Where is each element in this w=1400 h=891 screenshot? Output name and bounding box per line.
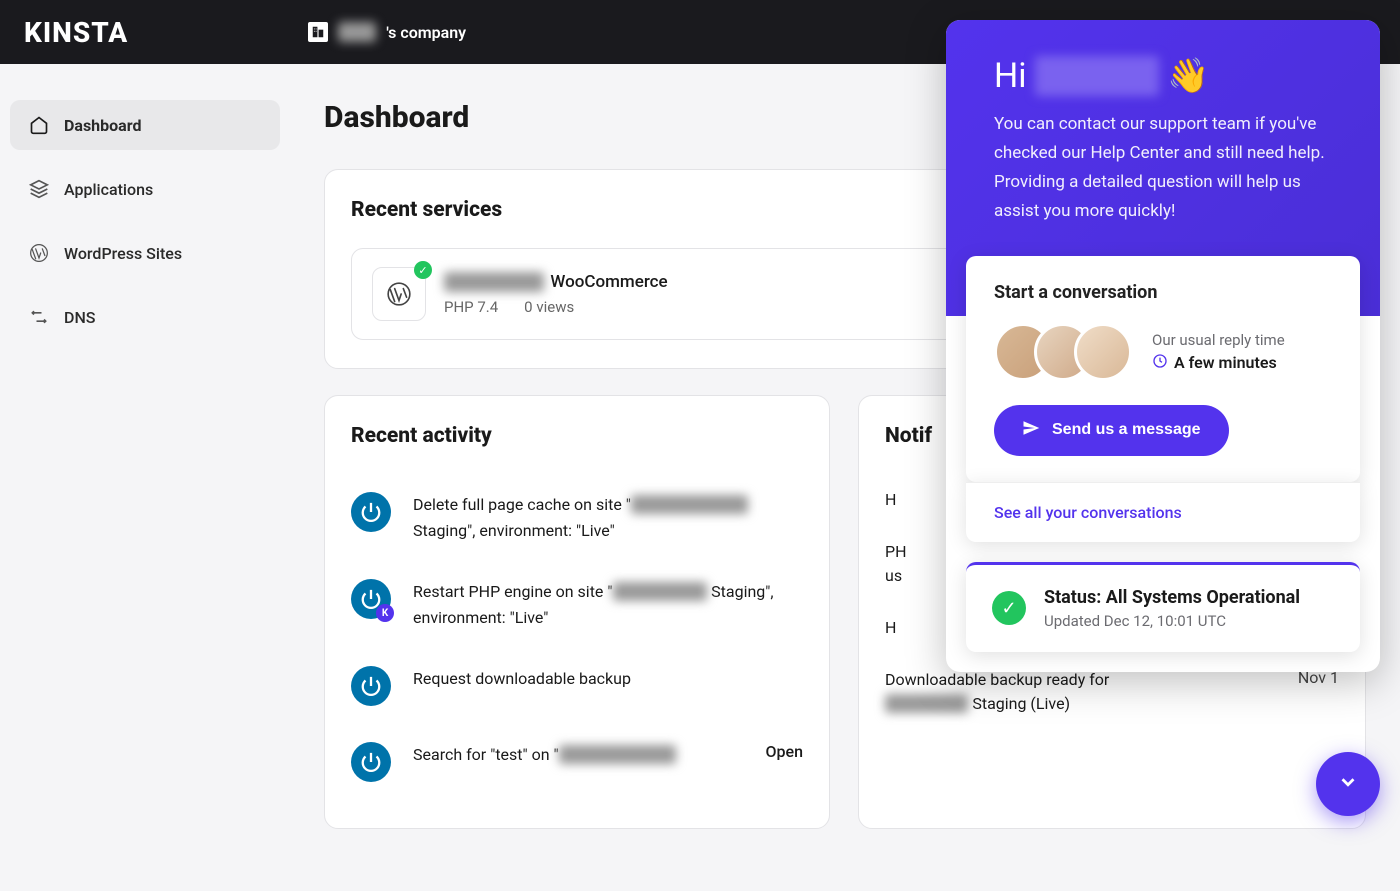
check-icon: ✓ xyxy=(992,591,1026,625)
service-name-redacted: ████████ xyxy=(444,272,544,292)
sidebar-item-label: Dashboard xyxy=(64,116,141,135)
power-icon xyxy=(351,492,391,532)
chat-fab-button[interactable] xyxy=(1316,752,1380,816)
company-selector[interactable]: ███ 's company xyxy=(308,22,466,42)
power-icon xyxy=(351,742,391,782)
agent-avatars xyxy=(994,323,1132,381)
sidebar-item-applications[interactable]: Applications xyxy=(10,164,280,214)
activity-text: Request downloadable backup xyxy=(413,666,803,692)
recent-activity-panel: Recent activity Delete full page cache o… xyxy=(324,395,830,829)
sidebar-item-label: DNS xyxy=(64,308,95,327)
layers-icon xyxy=(28,178,50,200)
activity-item[interactable]: K Restart PHP engine on site "████████ S… xyxy=(351,561,803,648)
clock-icon xyxy=(1152,353,1168,373)
status-card[interactable]: ✓ Status: All Systems Operational Update… xyxy=(966,562,1360,652)
notification-date: Nov 1 xyxy=(1298,668,1339,716)
send-message-button[interactable]: Send us a message xyxy=(994,405,1229,456)
activity-text: Restart PHP engine on site "████████ Sta… xyxy=(413,579,803,630)
home-icon xyxy=(28,114,50,136)
chat-widget: Hi █████ 👋 You can contact our support t… xyxy=(946,20,1380,672)
chevron-down-icon xyxy=(1337,771,1359,797)
activity-status: Open xyxy=(766,742,804,761)
sidebar: Dashboard Applications WordPress Sites D… xyxy=(0,64,290,392)
see-all-conversations-link[interactable]: See all your conversations xyxy=(966,482,1360,542)
company-icon xyxy=(308,22,328,42)
panel-title: Recent activity xyxy=(351,424,803,448)
service-views: 0 views xyxy=(524,298,574,316)
check-badge-icon: ✓ xyxy=(414,261,432,279)
company-suffix: 's company xyxy=(386,23,466,42)
k-badge-icon: K xyxy=(376,604,394,622)
power-icon xyxy=(351,666,391,706)
activity-item[interactable]: Search for "test" on "██████████ Open xyxy=(351,724,803,800)
sidebar-item-dns[interactable]: DNS xyxy=(10,292,280,342)
sidebar-item-wordpress[interactable]: WordPress Sites xyxy=(10,228,280,278)
reply-value: A few minutes xyxy=(1174,353,1277,372)
wordpress-icon xyxy=(28,242,50,264)
reply-label: Our usual reply time xyxy=(1152,331,1285,349)
send-icon xyxy=(1022,419,1040,442)
wave-emoji-icon: 👋 xyxy=(1167,56,1209,96)
service-php: PHP 7.4 xyxy=(444,298,498,316)
dns-icon xyxy=(28,306,50,328)
activity-text: Search for "test" on "██████████ xyxy=(413,742,744,768)
chat-start-card: Start a conversation Our usual reply tim… xyxy=(966,256,1360,482)
service-name-suffix: WooCommerce xyxy=(550,272,667,292)
sidebar-item-label: WordPress Sites xyxy=(64,244,182,263)
chat-greeting: Hi █████ 👋 xyxy=(994,56,1332,96)
avatar xyxy=(1074,323,1132,381)
activity-item[interactable]: Request downloadable backup xyxy=(351,648,803,724)
activity-text: Delete full page cache on site "████████… xyxy=(413,492,803,543)
company-name-redacted: ███ xyxy=(338,22,376,42)
sidebar-item-label: Applications xyxy=(64,180,153,199)
chat-description: You can contact our support team if you'… xyxy=(994,110,1332,226)
power-icon: K xyxy=(351,579,391,619)
logo: KINSTA xyxy=(24,16,128,49)
status-title: Status: All Systems Operational xyxy=(1044,587,1300,608)
sidebar-item-dashboard[interactable]: Dashboard xyxy=(10,100,280,150)
chat-start-title: Start a conversation xyxy=(994,282,1332,303)
status-updated: Updated Dec 12, 10:01 UTC xyxy=(1044,612,1300,630)
activity-item[interactable]: Delete full page cache on site "████████… xyxy=(351,474,803,561)
